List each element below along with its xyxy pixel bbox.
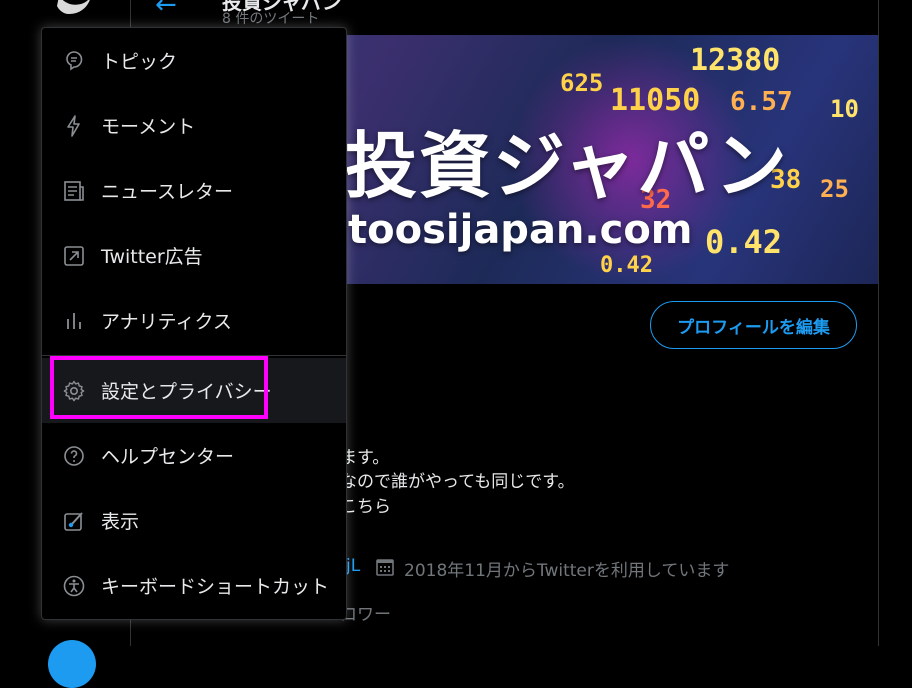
gear-icon bbox=[63, 380, 85, 401]
menu-item-moments[interactable]: モーメント bbox=[42, 93, 346, 158]
joined-date: 2018年11月からTwitterを利用しています bbox=[404, 561, 730, 581]
menu-item-display[interactable]: 表示 bbox=[42, 488, 346, 553]
banner-ticker: 10 bbox=[830, 95, 859, 123]
more-menu: トピック モーメント ニュースレター Twitter広告 アナリティクス 設定と… bbox=[41, 27, 347, 620]
banner-ticker: 0.42 bbox=[705, 223, 783, 261]
menu-item-help-center[interactable]: ヘルプセンター bbox=[42, 423, 346, 488]
banner-title: 投資ジャパン bbox=[345, 124, 790, 208]
menu-item-label: 設定とプライバシー bbox=[101, 381, 272, 403]
menu-item-label: トピック bbox=[101, 51, 178, 73]
banner-ticker: 0.42 bbox=[600, 253, 653, 278]
banner-url: toosijapan.com bbox=[348, 207, 693, 253]
ads-icon bbox=[64, 245, 84, 266]
topic-icon bbox=[66, 50, 83, 70]
bio-line: ます。 bbox=[340, 448, 390, 468]
menu-item-analytics[interactable]: アナリティクス bbox=[42, 288, 346, 353]
calendar-icon bbox=[376, 559, 394, 576]
bio-line: なので誰がやっても同じです。 bbox=[340, 472, 575, 492]
accessibility-icon bbox=[63, 575, 85, 596]
menu-item-twitter-ads[interactable]: Twitter広告 bbox=[42, 223, 346, 288]
banner-ticker: 625 bbox=[560, 69, 604, 97]
menu-item-label: 表示 bbox=[101, 511, 140, 533]
banner-ticker: 25 bbox=[820, 175, 849, 203]
menu-item-label: ニュースレター bbox=[101, 181, 234, 203]
menu-item-label: ヘルプセンター bbox=[101, 446, 235, 468]
menu-item-keyboard-shortcuts[interactable]: キーボードショートカット bbox=[42, 553, 346, 618]
followers-count[interactable]: ロワー bbox=[340, 600, 391, 625]
menu-item-label: キーボードショートカット bbox=[101, 576, 330, 598]
newsletter-icon bbox=[64, 180, 84, 201]
menu-item-label: アナリティクス bbox=[101, 311, 232, 333]
bio-line: こちら bbox=[340, 497, 391, 517]
edit-profile-button[interactable]: プロフィールを編集 bbox=[650, 301, 857, 349]
menu-item-label: Twitter広告 bbox=[101, 246, 203, 268]
menu-item-settings-privacy[interactable]: 設定とプライバシー bbox=[42, 358, 346, 423]
moment-icon bbox=[67, 114, 80, 137]
banner-ticker: 12380 bbox=[690, 43, 781, 78]
twitter-logo-icon[interactable] bbox=[55, 0, 95, 16]
analytics-icon bbox=[67, 312, 81, 329]
menu-item-newsletters[interactable]: ニュースレター bbox=[42, 158, 346, 223]
back-arrow-icon[interactable]: ← bbox=[155, 0, 177, 20]
menu-item-label: モーメント bbox=[101, 116, 196, 138]
avatar[interactable] bbox=[48, 640, 96, 688]
display-icon bbox=[64, 511, 83, 531]
tweet-count: 8 件のツイート bbox=[222, 11, 320, 27]
menu-divider bbox=[42, 355, 346, 356]
help-icon bbox=[64, 445, 84, 466]
menu-item-topics[interactable]: トピック bbox=[42, 28, 346, 93]
